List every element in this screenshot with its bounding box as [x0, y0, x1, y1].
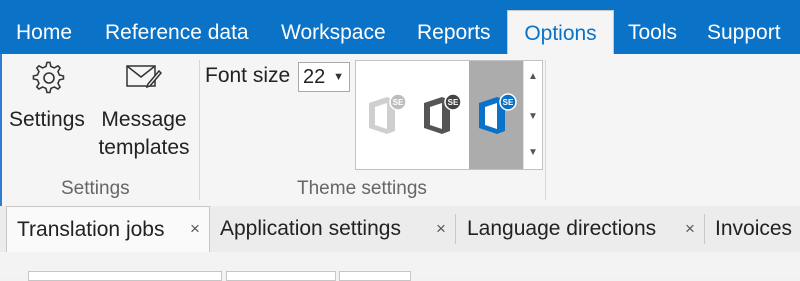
theme-dark[interactable]: SE	[414, 61, 469, 169]
document-content-area	[0, 252, 800, 281]
theme-settings-group-label: Theme settings	[297, 178, 427, 199]
dark-theme-icon: SE	[424, 93, 462, 134]
blue-theme-icon: SE	[479, 93, 517, 134]
ribbon: Settings Message templates Settings Font…	[0, 54, 800, 207]
group-divider	[199, 60, 200, 200]
menu-tab-home[interactable]: Home	[16, 10, 72, 54]
font-size-value: 22	[303, 66, 326, 88]
gallery-scrollbar[interactable]: ▲ ▼ ▼	[523, 61, 542, 169]
doc-tab-label: Application settings	[220, 217, 401, 240]
svg-text:SE: SE	[503, 98, 514, 107]
theme-gallery: SE SE SE ▲ ▼ ▼	[355, 60, 543, 170]
svg-text:SE: SE	[448, 98, 459, 107]
close-icon[interactable]: ×	[190, 206, 200, 252]
gear-icon	[32, 61, 66, 100]
doc-tab-label: Invoices	[715, 217, 793, 240]
doc-tab-invoices[interactable]: Invoices	[715, 206, 792, 252]
window-left-edge	[0, 54, 2, 206]
doc-tab-label: Language directions	[467, 217, 657, 240]
toolbar-control[interactable]	[226, 271, 336, 281]
svg-text:SE: SE	[393, 98, 404, 107]
chevron-down-icon: ▼	[333, 71, 344, 83]
menu-tab-tools[interactable]: Tools	[628, 10, 677, 54]
scroll-up-icon[interactable]: ▲	[524, 71, 542, 82]
doc-tab-translation-jobs[interactable]: Translation jobs	[6, 206, 210, 253]
gallery-expand-icon[interactable]: ▼	[524, 147, 542, 158]
light-theme-icon: SE	[369, 93, 407, 134]
doc-tab-language-directions[interactable]: Language directions	[467, 206, 656, 252]
font-size-select[interactable]: 22 ▼	[298, 62, 350, 92]
message-templates-label-line2: templates	[98, 136, 190, 159]
tab-divider	[455, 214, 456, 244]
document-tab-bar: Translation jobs × Application settings …	[0, 206, 800, 253]
main-menu-bar: Home Reference data Workspace Reports Op…	[0, 0, 800, 54]
theme-blue[interactable]: SE	[469, 61, 524, 169]
message-templates-label-line1: Message	[101, 108, 187, 131]
doc-tab-label: Translation jobs	[17, 218, 165, 241]
scroll-down-icon[interactable]: ▼	[524, 111, 542, 122]
menu-tab-reports[interactable]: Reports	[417, 10, 491, 54]
doc-tab-application-settings[interactable]: Application settings	[220, 206, 401, 252]
toolbar-control[interactable]	[339, 271, 411, 281]
font-size-label: Font size	[205, 64, 291, 87]
settings-button-label: Settings	[9, 108, 85, 131]
menu-tab-workspace[interactable]: Workspace	[281, 10, 386, 54]
menu-tab-support[interactable]: Support	[707, 10, 781, 54]
settings-group-label: Settings	[61, 178, 130, 199]
theme-light[interactable]: SE	[359, 61, 414, 169]
close-icon[interactable]: ×	[436, 206, 446, 252]
menu-tab-reference-data[interactable]: Reference data	[105, 10, 249, 54]
group-divider	[545, 60, 546, 200]
close-icon[interactable]: ×	[685, 206, 695, 252]
tab-divider	[704, 214, 705, 244]
menu-tab-options[interactable]: Options	[507, 10, 614, 54]
envelope-edit-icon	[126, 62, 163, 97]
toolbar-control[interactable]	[28, 271, 222, 281]
